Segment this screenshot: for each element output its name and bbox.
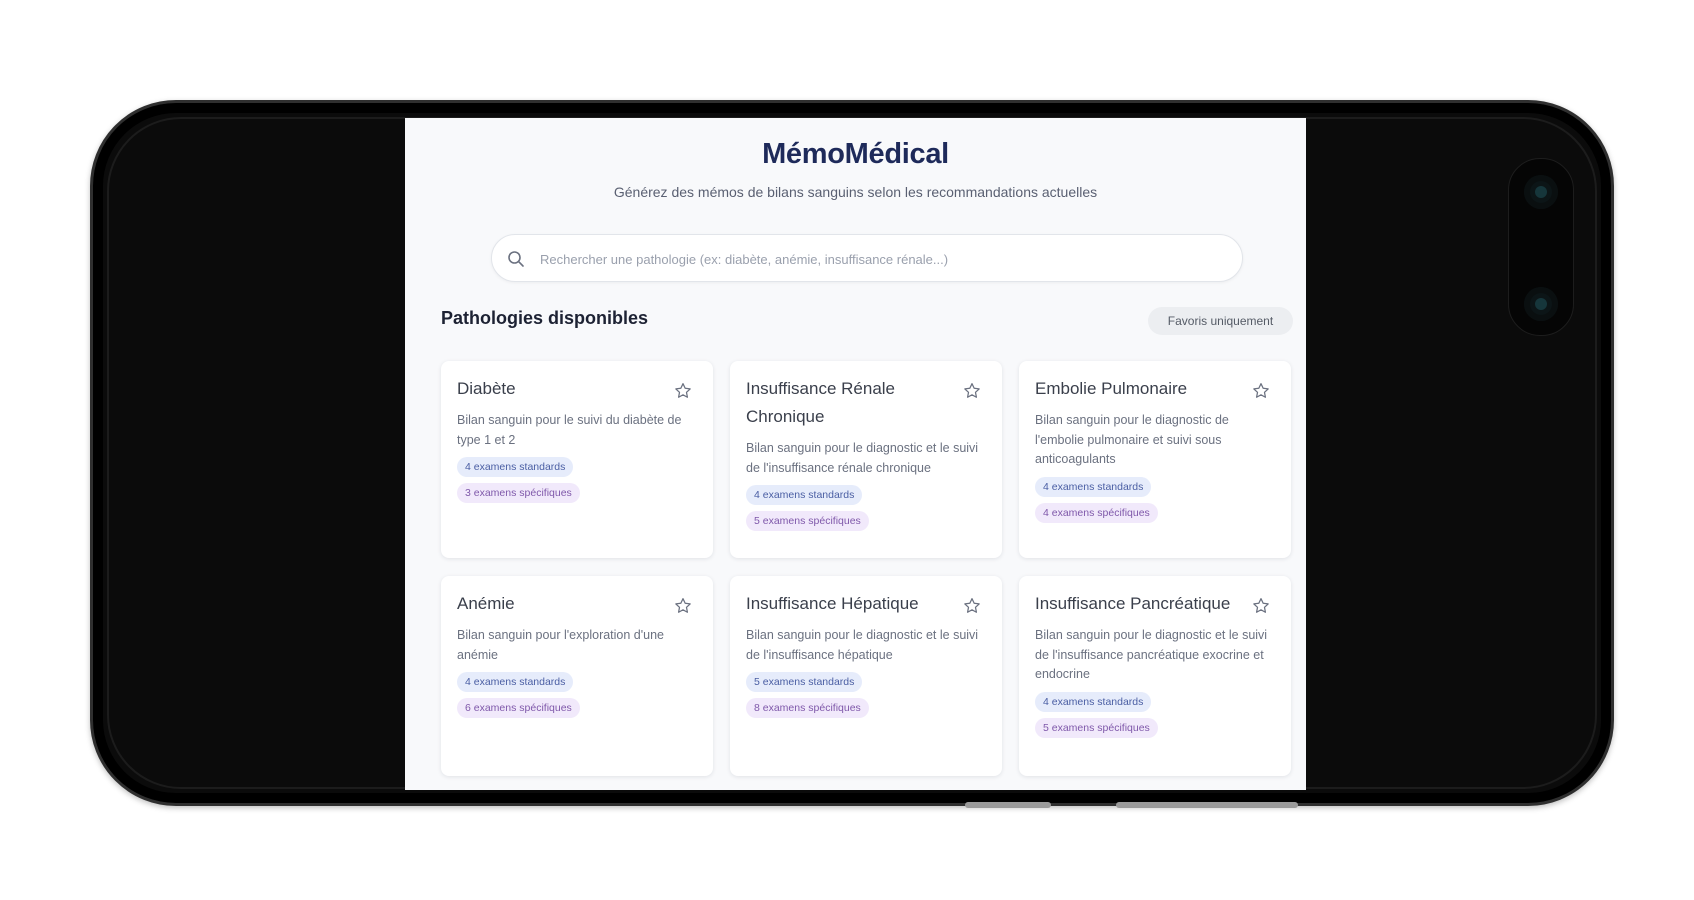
camera-lens-icon: [1524, 175, 1558, 209]
pathology-card[interactable]: Insuffisance Pancréatique Bilan sanguin …: [1019, 576, 1291, 776]
specific-exams-badge: 8 examens spécifiques: [746, 698, 869, 718]
favorite-star-icon[interactable]: [962, 381, 982, 401]
standard-exams-badge: 4 examens standards: [457, 672, 574, 692]
specific-exams-badge: 3 examens spécifiques: [457, 483, 580, 503]
section-title: Pathologies disponibles: [441, 308, 649, 328]
volume-button: [965, 802, 1051, 808]
favorite-star-icon[interactable]: [673, 596, 693, 616]
pathology-description: Bilan sanguin pour le suivi du diabète d…: [457, 413, 682, 447]
favorite-star-icon[interactable]: [1251, 596, 1271, 616]
camera-lens-icon: [1524, 287, 1558, 321]
search-icon: [508, 251, 524, 267]
standard-exams-badge: 4 examens standards: [1035, 476, 1152, 497]
pathology-description: Bilan sanguin pour l'exploration d'une a…: [457, 628, 665, 662]
pathology-name: Insuffisance Hépatique: [746, 594, 919, 613]
pathology-card[interactable]: Diabète Bilan sanguin pour le suivi du d…: [441, 361, 713, 558]
pathology-description: Bilan sanguin pour le diagnostic et le s…: [746, 441, 979, 475]
pathology-name: Anémie: [457, 594, 515, 613]
app-subtitle: Générez des mémos de bilans sanguins sel…: [613, 184, 1098, 200]
favorite-star-icon[interactable]: [1251, 381, 1271, 401]
pathology-description: Bilan sanguin pour le diagnostic et le s…: [1035, 628, 1268, 681]
favorites-only-toggle[interactable]: Favoris uniquement: [1148, 307, 1293, 335]
pathology-description: Bilan sanguin pour le diagnostic de l'em…: [1035, 413, 1229, 466]
power-button: [1116, 802, 1298, 808]
pathology-name: Insuffisance Rénale Chronique: [746, 379, 896, 426]
specific-exams-badge: 5 examens spécifiques: [1035, 717, 1158, 738]
standard-exams-badge: 5 examens standards: [746, 672, 863, 692]
pathology-card[interactable]: Embolie Pulmonaire Bilan sanguin pour le…: [1019, 361, 1291, 558]
specific-exams-badge: 5 examens spécifiques: [746, 511, 869, 531]
standard-exams-badge: 4 examens standards: [457, 457, 574, 477]
pathology-name: Insuffisance Pancréatique: [1035, 594, 1231, 613]
pathology-name: Diabète: [457, 379, 516, 398]
app-title: MémoMédical: [762, 138, 949, 170]
camera-module: [1508, 158, 1574, 336]
favorite-star-icon[interactable]: [673, 381, 693, 401]
pathology-card[interactable]: Insuffisance Hépatique Bilan sanguin pou…: [730, 576, 1002, 776]
specific-exams-badge: 6 examens spécifiques: [457, 698, 580, 718]
search-bar[interactable]: [491, 234, 1243, 282]
standard-exams-badge: 4 examens standards: [1035, 691, 1152, 712]
pathology-name: Embolie Pulmonaire: [1035, 379, 1188, 398]
specific-exams-badge: 4 examens spécifiques: [1035, 502, 1158, 523]
favorite-star-icon[interactable]: [962, 596, 982, 616]
standard-exams-badge: 4 examens standards: [746, 485, 863, 505]
search-input[interactable]: [538, 243, 1232, 275]
pathology-card[interactable]: Anémie Bilan sanguin pour l'exploration …: [441, 576, 713, 776]
pathology-description: Bilan sanguin pour le diagnostic et le s…: [746, 628, 979, 662]
pathology-card[interactable]: Insuffisance Rénale Chronique Bilan sang…: [730, 361, 1002, 558]
app-screen: MémoMédical Générez des mémos de bilans …: [405, 118, 1306, 790]
